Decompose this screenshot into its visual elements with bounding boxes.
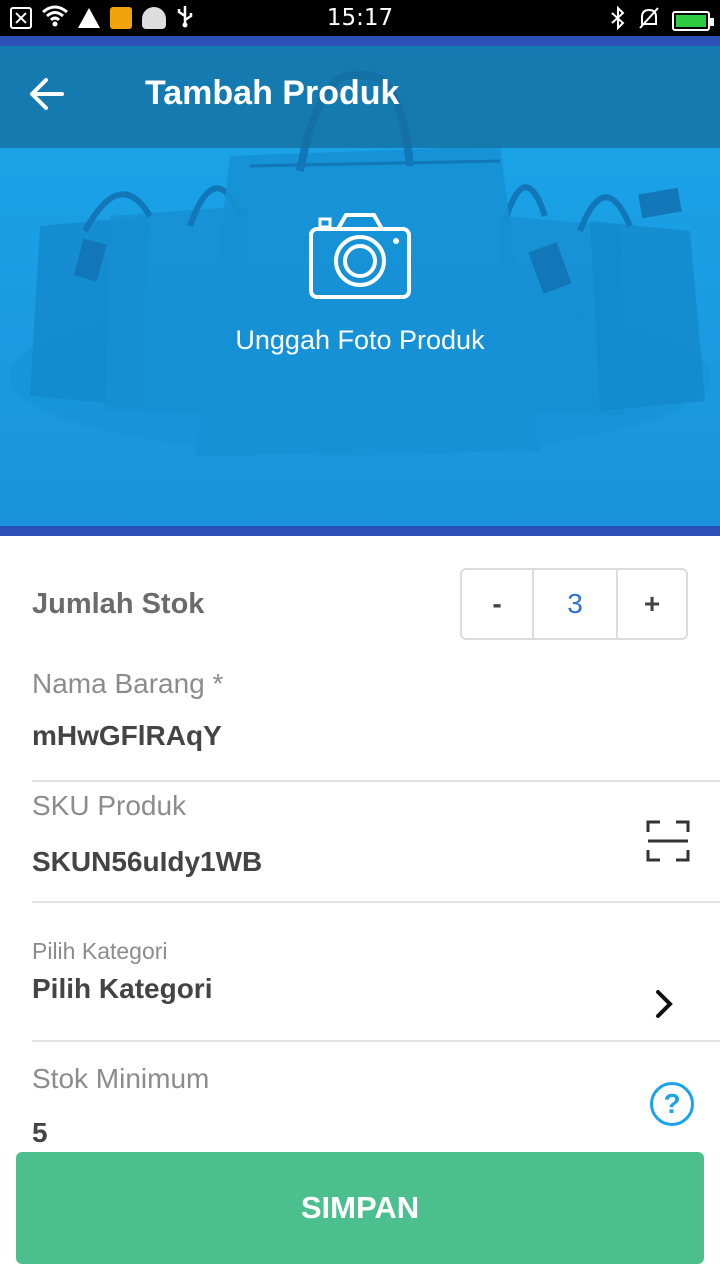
stock-value[interactable]: 3: [532, 570, 618, 638]
category-field[interactable]: Pilih Kategori Pilih Kategori: [32, 938, 720, 1005]
stock-row: Jumlah Stok - 3 +: [32, 568, 688, 640]
min-stock-value[interactable]: 5: [32, 1117, 720, 1145]
stock-label: Jumlah Stok: [32, 588, 205, 620]
quantity-stepper: - 3 +: [460, 568, 688, 640]
divider: [32, 780, 720, 782]
min-stock-label: Stok Minimum: [32, 1063, 210, 1094]
silent-icon: [638, 6, 660, 35]
divider: [32, 1040, 720, 1042]
arrow-left-icon[interactable]: [26, 72, 70, 116]
bluetooth-icon: [610, 5, 626, 35]
divider: [32, 901, 720, 903]
name-value[interactable]: mHwGFlRAqY: [32, 720, 720, 752]
decrement-button[interactable]: -: [462, 570, 532, 638]
page-title: Tambah Produk: [145, 74, 400, 112]
app-toolbar: Tambah Produk: [0, 46, 720, 148]
increment-button[interactable]: +: [618, 570, 686, 638]
min-stock-field[interactable]: Stok Minimum 5: [32, 1063, 720, 1145]
name-label: Nama Barang *: [32, 668, 224, 699]
chevron-right-icon[interactable]: [648, 984, 680, 1024]
bottom-accent-line: [0, 526, 720, 536]
category-value[interactable]: Pilih Kategori: [32, 973, 720, 1005]
top-accent-line: [0, 36, 720, 46]
status-bar: 15:17: [0, 0, 720, 36]
name-field[interactable]: Nama Barang * mHwGFlRAqY: [32, 668, 720, 752]
battery-icon: [672, 10, 714, 31]
barcode-scan-icon[interactable]: [646, 820, 690, 862]
help-icon[interactable]: ?: [650, 1082, 694, 1126]
status-right-icons: [610, 5, 714, 35]
sku-field[interactable]: SKU Produk SKUN56uIdy1WB: [32, 790, 720, 878]
save-button[interactable]: SIMPAN: [16, 1152, 704, 1264]
hero-banner: Tambah Produk Unggah Foto Produk: [0, 46, 720, 526]
upload-photo-button[interactable]: Unggah Foto Produk: [0, 211, 720, 356]
category-label: Pilih Kategori: [32, 938, 168, 964]
sku-label: SKU Produk: [32, 790, 187, 821]
sku-value[interactable]: SKUN56uIdy1WB: [32, 846, 720, 878]
camera-icon: [309, 213, 411, 299]
upload-photo-label: Unggah Foto Produk: [235, 325, 485, 355]
